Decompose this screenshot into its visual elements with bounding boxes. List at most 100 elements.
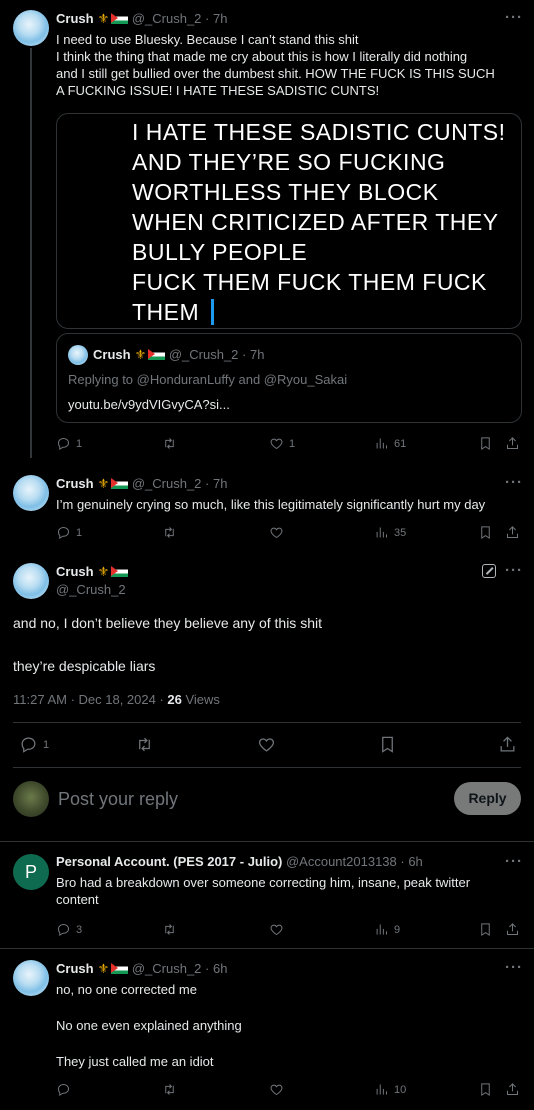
repost-button[interactable]	[135, 735, 154, 754]
grok-icon[interactable]	[482, 564, 496, 578]
palestine-flag-icon	[111, 963, 129, 974]
main-tweet-header: Crush ⚜	[56, 564, 129, 580]
bookmark-icon	[481, 1083, 490, 1097]
like-icon	[258, 738, 275, 752]
like-button[interactable]: 1	[269, 436, 295, 451]
more-icon[interactable]: ···	[505, 474, 523, 491]
bookmark-button[interactable]	[378, 735, 397, 754]
like-icon	[270, 924, 283, 936]
quote-replying-to: Replying to @HonduranLuffy and @Ryou_Sak…	[68, 372, 348, 387]
repost-button[interactable]	[162, 1082, 177, 1097]
avatar[interactable]	[13, 10, 49, 46]
quote-link[interactable]: youtu.be/v9ydVIGvyCA?si...	[68, 396, 230, 413]
share-icon	[507, 1083, 518, 1095]
bookmark-icon	[481, 437, 490, 451]
views-button[interactable]: 35	[374, 525, 406, 540]
bookmark-button[interactable]	[478, 525, 493, 540]
reply-icon	[57, 437, 70, 451]
reply-button[interactable]: 1	[19, 735, 49, 754]
reply-button[interactable]	[56, 1082, 71, 1097]
repost-button[interactable]	[162, 922, 177, 937]
more-icon[interactable]: ···	[505, 562, 523, 579]
main-tweet-text: and no, I don’t believe they believe any…	[13, 615, 322, 674]
share-button[interactable]	[498, 735, 517, 754]
action-bar: 1 35	[56, 525, 526, 541]
quote-header: Crush ⚜ @_Crush_2 · 7h	[93, 347, 265, 362]
bookmark-button[interactable]	[478, 922, 493, 937]
share-button[interactable]	[505, 1082, 520, 1097]
palestine-flag-icon	[148, 349, 166, 360]
views-button[interactable]: 61	[374, 436, 406, 451]
bookmark-button[interactable]	[478, 1082, 493, 1097]
tweet-text: I’m genuinely crying so much, like this …	[56, 497, 486, 512]
views-icon	[376, 1084, 387, 1095]
crown-icon: ⚜	[134, 347, 147, 362]
tweet-text: Bro had a breakdown over someone correct…	[56, 875, 471, 907]
like-button[interactable]	[269, 525, 284, 540]
text-cursor	[211, 299, 215, 325]
divider	[13, 722, 521, 723]
reply-icon	[21, 737, 36, 753]
avatar[interactable]: P	[13, 854, 49, 890]
share-button[interactable]	[505, 436, 520, 451]
compose-avatar	[13, 781, 49, 817]
more-icon[interactable]: ···	[505, 9, 523, 26]
tweet-header: Crush ⚜ @_Crush_2 · 7h	[56, 11, 228, 26]
share-button[interactable]	[505, 525, 520, 540]
palestine-flag-icon	[111, 13, 129, 24]
crown-icon: ⚜	[97, 476, 110, 491]
views-button[interactable]: 9	[374, 922, 400, 937]
bookmark-icon	[382, 736, 393, 753]
views-icon	[376, 438, 387, 449]
handle[interactable]: @_Crush_2	[132, 11, 202, 26]
more-icon[interactable]: ···	[505, 853, 523, 870]
avatar[interactable]	[13, 475, 49, 511]
action-bar: 1 1 61	[56, 436, 526, 452]
like-icon	[270, 1084, 283, 1096]
crown-icon: ⚜	[97, 11, 110, 26]
like-button[interactable]	[257, 735, 276, 754]
bookmark-icon	[481, 526, 490, 540]
share-button[interactable]	[505, 922, 520, 937]
views-icon	[376, 527, 387, 538]
crown-icon: ⚜	[97, 564, 110, 579]
like-icon	[270, 527, 283, 539]
views-count: 26	[167, 692, 182, 707]
tweet-image[interactable]: I HATE THESE SADISTIC CUNTS! AND THEY’RE…	[56, 113, 522, 329]
reply-button[interactable]: 1	[56, 525, 82, 540]
avatar[interactable]	[13, 563, 49, 599]
views-button[interactable]: 10	[374, 1082, 406, 1097]
reply-button[interactable]: Reply	[454, 782, 521, 815]
tweet-text: no, no one corrected me No one even expl…	[56, 982, 242, 1069]
reply-icon	[57, 923, 70, 937]
thread-line	[30, 48, 32, 458]
avatar[interactable]	[13, 960, 49, 996]
tweet-header: Crush ⚜ @_Crush_2 · 7h	[56, 476, 228, 491]
bookmark-icon	[481, 923, 490, 937]
palestine-flag-icon	[111, 566, 129, 577]
timestamp[interactable]: 7h	[213, 11, 227, 26]
main-action-bar: 1	[13, 735, 521, 755]
image-text: I HATE THESE SADISTIC CUNTS! AND THEY’RE…	[132, 119, 506, 325]
action-bar: 3 9	[56, 922, 526, 938]
reply-icon	[57, 526, 70, 540]
reply-icon	[57, 1083, 70, 1097]
display-name[interactable]: Crush	[56, 11, 94, 26]
share-icon	[507, 437, 518, 449]
more-icon[interactable]: ···	[505, 959, 523, 976]
reply-button[interactable]: 3	[56, 922, 82, 937]
tweet-header: Crush ⚜ @_Crush_2 · 6h	[56, 961, 228, 976]
handle[interactable]: @_Crush_2	[56, 582, 126, 597]
bookmark-button[interactable]	[478, 436, 493, 451]
share-icon	[507, 923, 518, 935]
repost-icon	[139, 737, 150, 752]
repost-button[interactable]	[162, 525, 177, 540]
like-button[interactable]	[269, 922, 284, 937]
divider	[0, 841, 534, 842]
quote-tweet[interactable]: Crush ⚜ @_Crush_2 · 7h Replying to @Hondu…	[56, 333, 522, 423]
like-button[interactable]	[269, 1082, 284, 1097]
reply-button[interactable]: 1	[56, 436, 82, 451]
share-icon	[500, 736, 515, 752]
repost-button[interactable]	[162, 436, 177, 451]
reply-input[interactable]: Post your reply	[58, 789, 178, 810]
